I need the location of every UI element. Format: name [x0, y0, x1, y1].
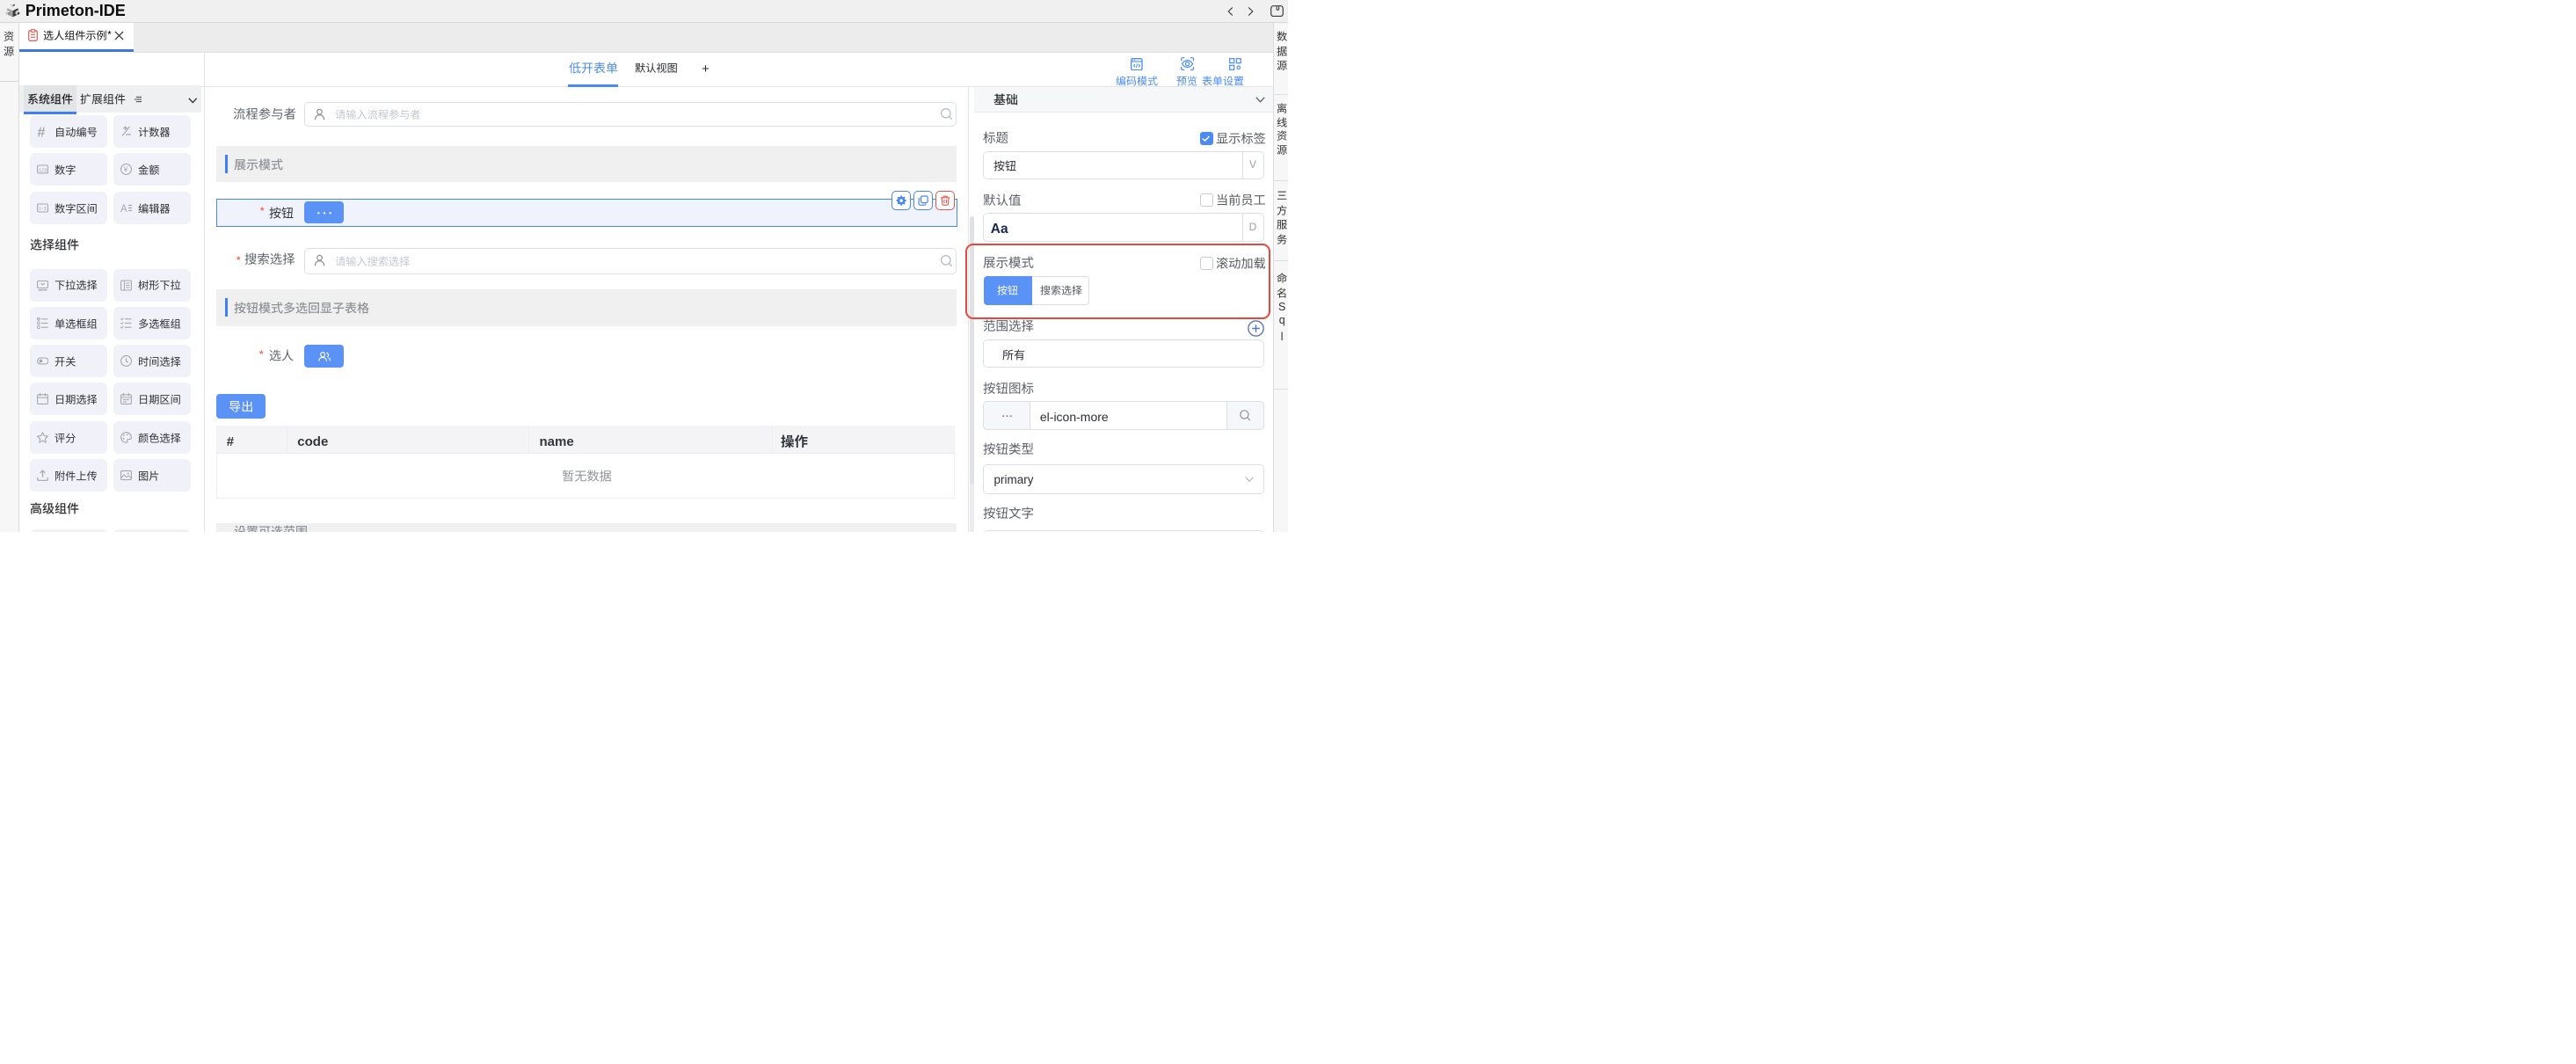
- svg-text:A: A: [120, 204, 127, 214]
- svg-text:¥: ¥: [123, 166, 128, 174]
- svg-text:#: #: [37, 126, 45, 137]
- svg-text:1~3: 1~3: [38, 207, 46, 212]
- svg-text:123: 123: [39, 169, 47, 174]
